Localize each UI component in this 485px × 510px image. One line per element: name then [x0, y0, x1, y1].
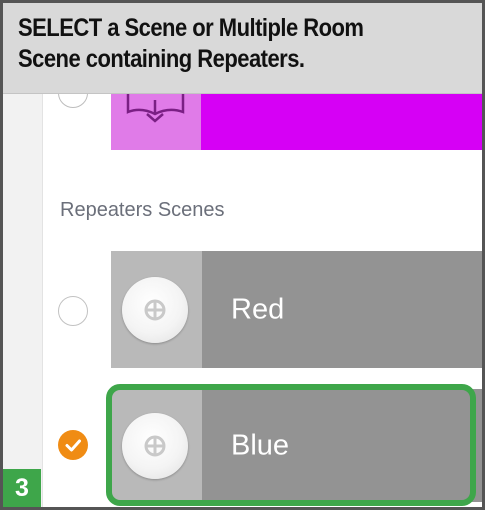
app-screenshot: Repeaters Scenes Red Blue: [3, 94, 482, 507]
scene-radio-red[interactable]: [58, 296, 88, 326]
instruction-header: SELECT a Scene or Multiple Room Scene co…: [3, 3, 482, 94]
scene-row-partial[interactable]: [201, 94, 482, 150]
instruction-line-2: Scene containing Repeaters.: [18, 45, 305, 73]
scene-label-red: Red: [231, 293, 285, 325]
keypad-button-icon: [122, 276, 188, 343]
scene-thumbnail: [111, 251, 202, 368]
scene-radio-blue[interactable]: [58, 430, 88, 460]
scene-thumbnail: [111, 389, 202, 502]
book-icon: [126, 94, 185, 123]
scene-name-bar: Red: [202, 251, 482, 368]
scene-row-red[interactable]: Red: [111, 251, 482, 368]
instruction-line-1: SELECT a Scene or Multiple Room: [18, 14, 364, 42]
scene-label-blue: Blue: [231, 429, 290, 461]
checkmark-icon: [65, 439, 81, 452]
scene-row-blue[interactable]: Blue: [111, 389, 482, 502]
book-icon-thumbnail[interactable]: [111, 94, 201, 150]
instruction-card: SELECT a Scene or Multiple Room Scene co…: [0, 0, 485, 510]
scene-name-bar: Blue: [202, 389, 482, 502]
keypad-button-icon: [122, 412, 188, 479]
step-number-badge: 3: [3, 469, 41, 507]
section-title: Repeaters Scenes: [60, 199, 225, 221]
